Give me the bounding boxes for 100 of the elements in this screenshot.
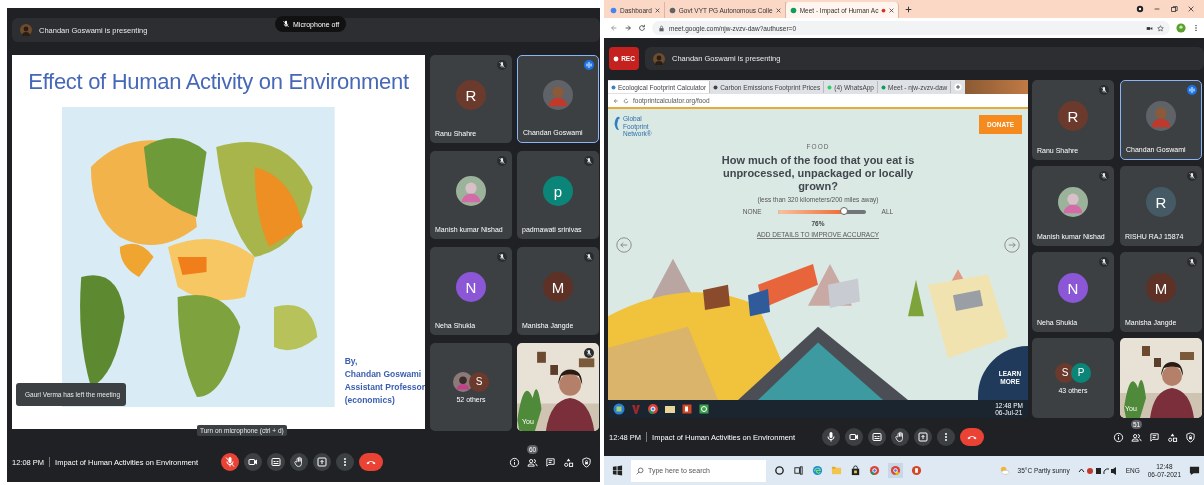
reload-icon[interactable] [638, 24, 646, 32]
people-icon[interactable] [527, 456, 538, 468]
favicon-icon [610, 6, 617, 14]
recording-dot-icon [881, 7, 887, 13]
favicon-icon [827, 84, 833, 90]
avatar-initial: N [456, 272, 486, 302]
slider-thumb[interactable] [840, 206, 849, 215]
camera-button[interactable] [244, 453, 262, 471]
favicon-icon [668, 6, 676, 14]
host-controls-icon[interactable] [581, 456, 592, 468]
audio-level-icon [1187, 85, 1197, 95]
present-icon [916, 431, 929, 443]
powerpoint-icon[interactable] [681, 403, 693, 415]
answer-slider[interactable] [777, 209, 866, 214]
favicon-icon [789, 6, 797, 14]
muted-mic-icon [282, 20, 290, 28]
camera-icon [847, 431, 860, 443]
info-icon[interactable] [1113, 431, 1124, 443]
record-icon [613, 55, 620, 62]
search-icon [636, 466, 644, 475]
profile-avatar-icon[interactable] [1176, 23, 1186, 33]
avatar-icon [653, 52, 665, 65]
forward-icon[interactable] [624, 24, 632, 32]
start-icon[interactable] [612, 465, 623, 476]
avatar-icon [456, 176, 486, 206]
avatar-initial: M [1146, 273, 1176, 303]
close-icon[interactable] [889, 7, 895, 13]
avatar-initial: P [1071, 362, 1091, 383]
start-orb-icon[interactable] [613, 403, 625, 415]
chrome-icon[interactable] [647, 403, 659, 415]
avatar-icon [1058, 187, 1088, 217]
avatar-initial: R [1058, 101, 1088, 131]
present-icon [316, 456, 328, 468]
star-icon[interactable] [1157, 24, 1164, 32]
avatar-icon [20, 24, 32, 36]
avatar-initial: S [469, 371, 489, 392]
microphone-button[interactable] [221, 453, 239, 471]
slide-title: Effect of Human Activity on Environment [27, 69, 410, 95]
chat-icon[interactable] [545, 456, 556, 468]
cortana-icon[interactable] [774, 465, 785, 476]
present-button[interactable] [913, 428, 932, 446]
new-tab-icon[interactable] [954, 83, 963, 91]
info-icon[interactable] [509, 456, 520, 468]
hand-icon [893, 431, 906, 443]
avatar-initial: R [456, 80, 486, 110]
notifications-icon[interactable] [1189, 465, 1200, 476]
hand-icon [293, 456, 305, 468]
profile-icon[interactable] [1136, 5, 1144, 13]
chat-icon[interactable] [1149, 431, 1160, 443]
close-icon[interactable] [775, 7, 781, 13]
raise-hand-button[interactable] [890, 428, 909, 446]
author-credit: Assistant Professor [344, 381, 425, 394]
present-button[interactable] [313, 453, 331, 471]
avatar-icon [543, 80, 573, 110]
lock-icon [658, 24, 665, 32]
host-controls-icon[interactable] [1185, 431, 1196, 443]
activities-icon[interactable] [1167, 431, 1178, 443]
raise-hand-button[interactable] [290, 453, 308, 471]
camera-icon [247, 456, 259, 468]
avatar-initial: S [1055, 362, 1075, 383]
favicon-icon [611, 84, 616, 90]
activities-icon[interactable] [563, 456, 574, 468]
muted-mic-icon [224, 456, 236, 468]
people-icon[interactable] [1131, 431, 1142, 443]
avatar-initial: p [543, 176, 573, 206]
end-call-button[interactable] [959, 428, 984, 446]
avatar-initial: N [1058, 273, 1088, 303]
shopping-bag-icon[interactable] [850, 465, 861, 476]
author-credit: By, [344, 355, 359, 368]
more-options-button[interactable] [336, 453, 354, 471]
restore-icon[interactable] [1170, 5, 1178, 13]
favicon-icon [881, 84, 886, 90]
camera-button[interactable] [844, 428, 863, 446]
author-credit: (economics) [344, 394, 396, 407]
avatar-initial: M [543, 272, 573, 302]
question-heading: How much of the food that you eat is unprocessed, unpackaged or locally grown? [720, 154, 916, 193]
menu-icon[interactable] [1192, 24, 1200, 32]
audio-level-icon [584, 60, 594, 70]
end-call-button[interactable] [359, 453, 383, 471]
edge-icon[interactable] [812, 465, 823, 476]
captions-button[interactable] [267, 453, 285, 471]
captions-button[interactable] [867, 428, 886, 446]
close-icon[interactable] [1187, 5, 1195, 13]
favicon-icon [713, 84, 719, 90]
avatar-icon [1146, 101, 1176, 131]
task-view-icon[interactable] [793, 465, 804, 476]
recycle-icon[interactable] [698, 403, 710, 415]
captions-icon [870, 431, 883, 443]
avatar-initial: R [1146, 187, 1176, 217]
more-options-button[interactable] [936, 428, 955, 446]
author-credit: Chandan Goswami [344, 368, 423, 381]
footprint-logo-icon [613, 115, 621, 133]
folder-icon[interactable] [664, 403, 676, 415]
captions-icon [270, 456, 282, 468]
microphone-button[interactable] [821, 428, 840, 446]
close-icon[interactable] [654, 7, 660, 13]
system-tray-icons[interactable] [1077, 465, 1118, 476]
weather-icon [998, 465, 1010, 476]
new-tab-icon[interactable] [905, 5, 913, 13]
back-icon[interactable] [613, 97, 619, 104]
